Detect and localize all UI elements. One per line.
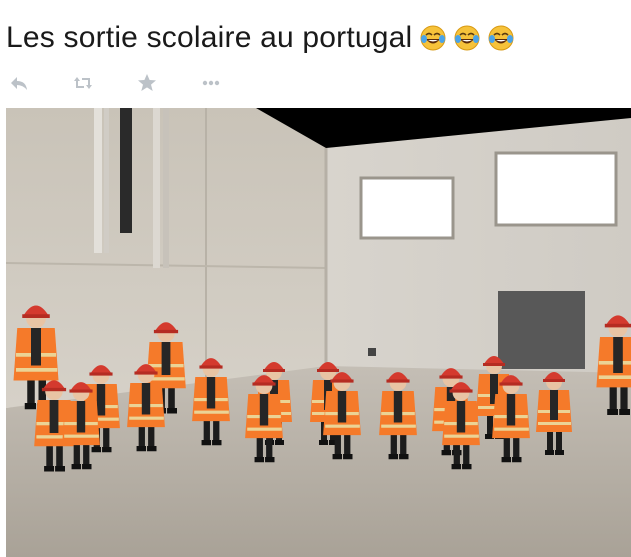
tears-of-joy-emoji [488, 25, 514, 51]
reply-icon [11, 77, 27, 90]
tweet-photo[interactable] [6, 108, 631, 557]
tears-of-joy-emoji [420, 25, 446, 51]
retweet-icon [74, 77, 92, 89]
tweet-actions [8, 72, 264, 94]
tears-of-joy-emoji [454, 25, 480, 51]
school-trip-photo [6, 108, 631, 557]
tweet-text-row: Les sortie scolaire au portugal [6, 18, 514, 58]
reply-button[interactable] [8, 72, 30, 94]
retweet-button[interactable] [72, 72, 94, 94]
star-icon [138, 74, 156, 91]
favorite-button[interactable] [136, 72, 158, 94]
more-icon [202, 80, 220, 86]
more-button[interactable] [200, 72, 222, 94]
tweet-text: Les sortie scolaire au portugal [6, 21, 413, 54]
